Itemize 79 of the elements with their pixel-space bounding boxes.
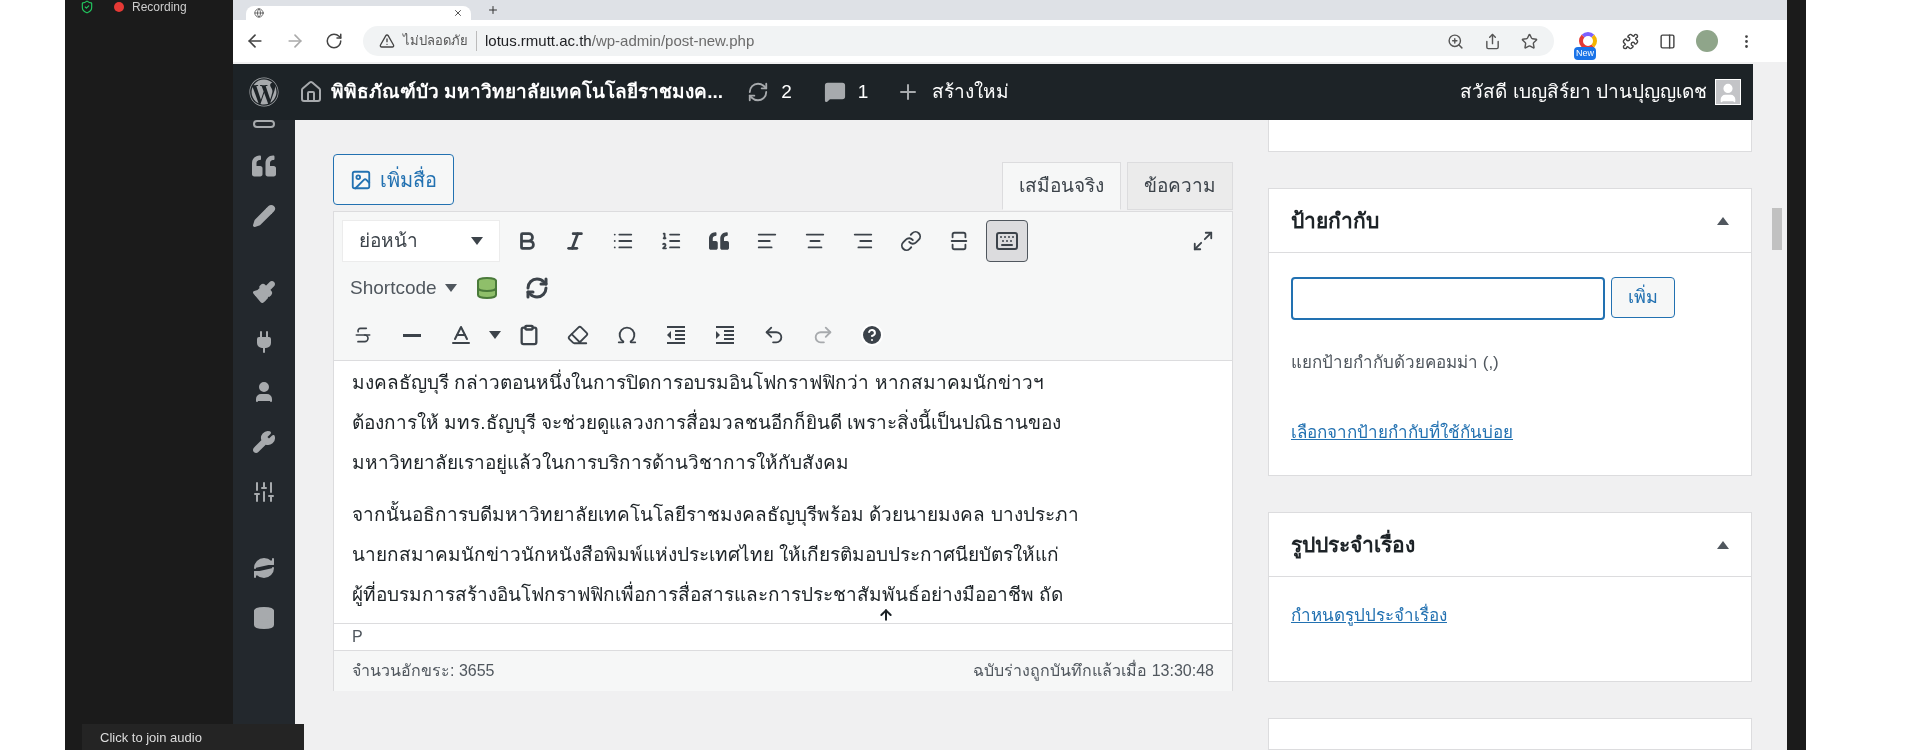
quote-icon[interactable]: [252, 154, 276, 178]
media-icon: [350, 168, 372, 191]
shortcode-dropdown[interactable]: Shortcode: [342, 268, 465, 308]
paragraph-text: มงคลธัญบุรี กล่าวตอนหนึ่งในการปิดการอบรมอินโฟกราฟฟิกว่า หากสมาคมนักข่าวฯ ต้องการให้ มทร.ธัญบุรี จะช่วยดูแลวงการสื่อมวลชนอีกก็ยินดี เพราะสิ่งนี้เป็นปณิธานของ มหาวิทยาลัยเราอยู่แล้วในการบริการด้านวิชาการให้กับสังคม: [352, 363, 1214, 483]
format-select[interactable]: ย่อหน้า: [342, 220, 500, 262]
profile-avatar[interactable]: [1696, 30, 1718, 52]
caret-icon: [471, 237, 483, 245]
toolbar-toggle-button[interactable]: [986, 220, 1028, 262]
outdent-icon: [664, 323, 688, 347]
share-icon[interactable]: [1484, 32, 1501, 50]
zoom-icon[interactable]: [1447, 32, 1464, 50]
new-tab-icon[interactable]: [487, 4, 499, 16]
popular-tags-link[interactable]: เลือกจากป้ายกำกับที่ใช้กันบ่อย: [1291, 419, 1729, 446]
refresh-icon[interactable]: [524, 276, 549, 300]
redo-icon: [812, 324, 834, 346]
italic-icon: [564, 230, 586, 252]
reload-icon[interactable]: [325, 32, 343, 50]
updates-count: 2: [781, 79, 792, 104]
read-more-icon: [948, 230, 970, 252]
box-title: ป้ายกำกับ: [1291, 207, 1379, 234]
paste-text-icon: [518, 324, 540, 346]
hint-text: แยกป้ายกำกับด้วยคอมม่า (,): [1291, 352, 1500, 375]
sliders-icon[interactable]: [252, 480, 276, 504]
strikethrough-icon: [353, 325, 373, 345]
toolbar-toggle-icon: [995, 229, 1019, 253]
tag-input[interactable]: [1291, 277, 1605, 321]
new-content-link[interactable]: สร้างใหม่: [932, 77, 1010, 107]
paragraph-text: จากนั้นอธิการบดีมหาวิทยาลัยเทคโนโลยีราชมงคลธัญบุรีพร้อม ด้วยนายมงคล บางประภา นายกสมาคมนักข่าวนักหนังสือพิมพ์แห่งประเทศไทย ให้เกียรติมอบประกาศนียบัตรให้แก่ ผู้ที่อบรมการสร้างอินโฟกราฟฟิกเพื่อการสื่อสารและการประชาสัมพันธ์อย่างมืออาชีพ ถัด: [352, 495, 1214, 615]
side-panel-icon[interactable]: [1659, 32, 1676, 50]
caret-icon[interactable]: [489, 331, 501, 339]
shield-icon: [80, 0, 94, 14]
fullscreen-icon: [1192, 230, 1214, 252]
blockquote-icon: [709, 231, 729, 251]
database-icon[interactable]: [252, 606, 276, 630]
add-tag-button[interactable]: เพิ่ม: [1611, 277, 1675, 319]
home-icon[interactable]: [299, 80, 323, 104]
address-bar[interactable]: ไม่ปลอดภัย lotus.rmutt.ac.th/wp-admin/post-new.php: [363, 26, 1554, 56]
scrollbar-thumb[interactable]: [1772, 208, 1782, 250]
paintbrush-icon[interactable]: [252, 280, 276, 304]
wordpress-logo-icon[interactable]: [249, 77, 279, 107]
element-path: P: [333, 623, 1233, 651]
editor-tab[interactable]: เสมือนจริง: [1002, 162, 1121, 210]
recording-label: Recording: [132, 1, 187, 13]
extensions-icon[interactable]: [1622, 32, 1639, 50]
toggle-icon[interactable]: [1717, 216, 1729, 225]
comments-icon[interactable]: [823, 81, 846, 103]
undo-icon: [763, 324, 785, 346]
text-color-icon: [449, 323, 473, 347]
audio-popup[interactable]: Click to join audio: [82, 724, 304, 750]
new-badge: New: [1574, 46, 1596, 60]
add-media-button[interactable]: เพิ่มสื่อ: [333, 154, 454, 205]
draft-saved-text: ฉบับร่างถูกบันทึกแล้วเมื่อ 13:30:48: [973, 659, 1214, 683]
security-label: ไม่ปลอดภัย: [403, 31, 477, 51]
horizontal-line-icon: [403, 333, 421, 337]
caret-icon: [444, 284, 457, 292]
menu-collapse-icon[interactable]: [253, 120, 275, 128]
numbered-list-icon: [660, 230, 682, 252]
box-title: รูปประจำเรื่อง: [1291, 528, 1415, 561]
link-icon: [900, 230, 922, 252]
bookmark-icon[interactable]: [1521, 32, 1538, 50]
warning-icon: [379, 33, 395, 49]
clear-format-icon: [567, 324, 589, 346]
editor-tab[interactable]: ข้อความ: [1127, 162, 1233, 210]
greeting-text[interactable]: สวัสดี เบญสิร์ยา ปานปุญญเดช: [1460, 77, 1707, 107]
refresh-icon[interactable]: [252, 556, 276, 580]
toggle-icon[interactable]: [1717, 540, 1729, 549]
site-name-link[interactable]: พิพิธภัณฑ์บัว มหาวิทยาลัยเทคโนโลยีราชมงค...: [331, 77, 724, 107]
updates-icon[interactable]: [747, 81, 770, 103]
comments-count: 1: [857, 79, 869, 104]
wrench-icon[interactable]: [252, 430, 276, 454]
close-icon[interactable]: [453, 8, 463, 18]
help-icon: [860, 323, 884, 347]
globe-icon: [254, 8, 264, 18]
special-character-icon: [616, 324, 638, 346]
pencil-icon[interactable]: [252, 204, 276, 228]
database-icon[interactable]: [474, 276, 499, 300]
word-count: จำนวนอักขระ: 3655: [352, 661, 495, 681]
indent-icon: [713, 323, 737, 347]
url-text: lotus.rmutt.ac.th/wp-admin/post-new.php: [485, 30, 755, 51]
